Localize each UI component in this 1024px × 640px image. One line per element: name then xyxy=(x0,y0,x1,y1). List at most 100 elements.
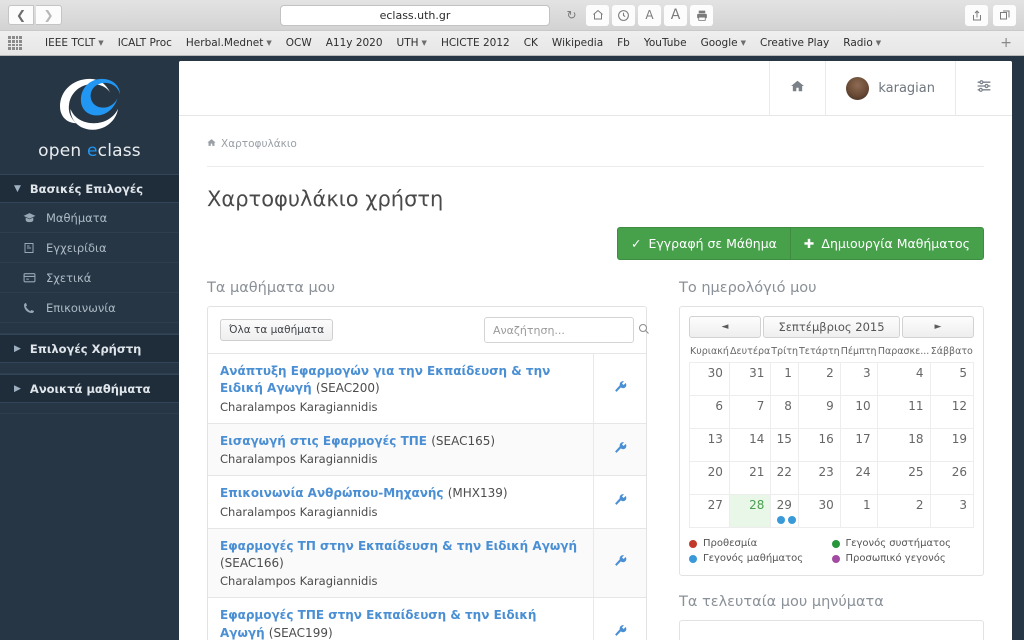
course-title[interactable]: Εισαγωγή στις Εφαρμογές ΤΠΕ (SEAC165) xyxy=(220,433,581,450)
calendar-day-cell[interactable]: 26 xyxy=(929,461,975,495)
topbar-home-button[interactable] xyxy=(769,61,825,115)
course-settings-button[interactable] xyxy=(593,423,646,476)
enroll-course-button[interactable]: ✓ Εγγραφή σε Μάθημα xyxy=(616,227,790,260)
bookmark-item[interactable]: UTH ▼ xyxy=(390,37,434,49)
calendar-day-cell[interactable]: 17 xyxy=(839,428,878,462)
back-button[interactable]: ❮ xyxy=(8,5,34,25)
calendar-day-cell[interactable]: 1 xyxy=(770,362,799,396)
calendar-day-cell[interactable]: 16 xyxy=(797,428,841,462)
calendar-day-cell[interactable]: 30 xyxy=(797,494,841,528)
topbar-user-menu[interactable]: karagian xyxy=(825,61,955,115)
calendar-day-cell[interactable]: 24 xyxy=(839,461,878,495)
apps-grid-icon[interactable] xyxy=(8,36,22,50)
bookmark-item[interactable]: A11y 2020 xyxy=(319,37,390,49)
home-icon[interactable] xyxy=(586,4,609,26)
create-course-button[interactable]: ✚ Δημιουργία Μαθήματος xyxy=(789,227,984,260)
sidebar-item-courses[interactable]: Μαθήματα xyxy=(0,203,179,233)
sidebar-item-about[interactable]: Σχετικά xyxy=(0,263,179,293)
calendar-day-cell[interactable]: 9 xyxy=(797,395,841,429)
course-settings-button[interactable] xyxy=(593,598,646,640)
course-title[interactable]: Εφαρμογές ΤΠΕ στην Εκπαίδευση & την Ειδι… xyxy=(220,607,581,640)
calendar-day-cell[interactable]: 18 xyxy=(876,428,931,462)
calendar-day-cell[interactable]: 29 xyxy=(770,494,799,528)
calendar-day-cell[interactable]: 28 xyxy=(728,494,772,528)
course-title[interactable]: Ανάπτυξη Εφαρμογών για την Εκπαίδευση & … xyxy=(220,363,581,398)
course-row[interactable]: Εφαρμογές ΤΠΕ στην Εκπαίδευση & την Ειδι… xyxy=(208,597,646,640)
history-icon[interactable] xyxy=(612,4,635,26)
bookmark-item[interactable]: Google ▼ xyxy=(694,37,753,49)
calendar-day-cell[interactable]: 20 xyxy=(689,461,730,495)
logo[interactable]: open eclass xyxy=(0,56,179,174)
bookmark-item[interactable]: Creative Play xyxy=(753,37,836,49)
calendar-day-cell[interactable]: 14 xyxy=(728,428,772,462)
address-bar[interactable]: eclass.uth.gr xyxy=(280,4,550,26)
search-icon[interactable] xyxy=(638,323,650,338)
calendar-day-cell[interactable]: 4 xyxy=(876,362,931,396)
bookmark-item[interactable]: Fb xyxy=(610,37,637,49)
calendar-day-cell[interactable]: 1 xyxy=(839,494,878,528)
calendar-day-cell[interactable]: 23 xyxy=(797,461,841,495)
calendar-event-dot[interactable] xyxy=(777,516,786,524)
calendar-day-cell[interactable]: 12 xyxy=(929,395,975,429)
calendar-day-cell[interactable]: 3 xyxy=(929,494,975,528)
print-icon[interactable] xyxy=(690,4,713,26)
share-icon[interactable] xyxy=(965,4,988,26)
breadcrumb-label[interactable]: Χαρτοφυλάκιο xyxy=(221,138,297,150)
calendar-prev-month-button[interactable]: ◄ xyxy=(689,316,761,338)
course-settings-button[interactable] xyxy=(593,354,646,423)
bookmark-item[interactable]: IEEE TCLT ▼ xyxy=(38,37,111,49)
calendar-day-cell[interactable]: 27 xyxy=(689,494,730,528)
calendar-event-dot[interactable] xyxy=(788,516,797,524)
courses-search[interactable] xyxy=(484,317,649,343)
course-row[interactable]: Επικοινωνία Ανθρώπου-Μηχανής (MHX139) Cha… xyxy=(208,475,646,528)
bookmark-item[interactable]: OCW xyxy=(279,37,319,49)
text-size-large-icon[interactable]: A xyxy=(664,4,687,26)
bookmark-item[interactable]: ICALT Proc xyxy=(111,37,179,49)
course-row[interactable]: Ανάπτυξη Εφαρμογών για την Εκπαίδευση & … xyxy=(208,353,646,423)
sidebar-group-open-courses[interactable]: ▶ Ανοικτά μαθήματα xyxy=(0,374,179,403)
bookmark-item[interactable]: CK xyxy=(517,37,545,49)
tabs-icon[interactable] xyxy=(993,4,1016,26)
calendar-day-cell[interactable]: 11 xyxy=(876,395,931,429)
course-title[interactable]: Επικοινωνία Ανθρώπου-Μηχανής (MHX139) xyxy=(220,485,581,502)
sidebar-item-contact[interactable]: Επικοινωνία xyxy=(0,293,179,323)
calendar-day-cell[interactable]: 10 xyxy=(839,395,878,429)
calendar-day-cell[interactable]: 30 xyxy=(689,362,730,396)
calendar-day-cell[interactable]: 6 xyxy=(689,395,730,429)
topbar-settings-button[interactable] xyxy=(955,61,1012,115)
calendar-day-cell[interactable]: 8 xyxy=(770,395,799,429)
course-title[interactable]: Εφαρμογές ΤΠ στην Εκπαίδευση & την Ειδικ… xyxy=(220,538,581,573)
calendar-day-cell[interactable]: 2 xyxy=(876,494,931,528)
calendar-day-cell[interactable]: 7 xyxy=(728,395,772,429)
all-courses-filter-button[interactable]: Όλα τα μαθήματα xyxy=(220,319,334,341)
calendar-day-cell[interactable]: 13 xyxy=(689,428,730,462)
calendar-event-dots[interactable] xyxy=(777,516,797,524)
bookmark-item[interactable]: Wikipedia xyxy=(545,37,610,49)
calendar-day-cell[interactable]: 3 xyxy=(839,362,878,396)
sidebar-group-user-options[interactable]: ▶ Επιλογές Χρήστη xyxy=(0,334,179,363)
reload-icon[interactable]: ↻ xyxy=(560,5,583,26)
sidebar-item-manuals[interactable]: Εγχειρίδια xyxy=(0,233,179,263)
calendar-day-cell[interactable]: 19 xyxy=(929,428,975,462)
course-settings-button[interactable] xyxy=(593,528,646,598)
calendar-day-cell[interactable]: 22 xyxy=(770,461,799,495)
sidebar-group-basic-options[interactable]: ▼ Βασικές Επιλογές xyxy=(0,174,179,203)
bookmark-item[interactable]: Radio ▼ xyxy=(836,37,888,49)
search-input[interactable] xyxy=(493,323,638,337)
course-row[interactable]: Εφαρμογές ΤΠ στην Εκπαίδευση & την Ειδικ… xyxy=(208,527,646,598)
course-row[interactable]: Εισαγωγή στις Εφαρμογές ΤΠΕ (SEAC165) Cha… xyxy=(208,422,646,476)
calendar-day-cell[interactable]: 21 xyxy=(728,461,772,495)
bookmark-item[interactable]: Herbal.Mednet ▼ xyxy=(179,37,279,49)
calendar-day-cell[interactable]: 25 xyxy=(876,461,931,495)
forward-button[interactable]: ❯ xyxy=(36,5,62,25)
calendar-day-cell[interactable]: 5 xyxy=(929,362,975,396)
add-bookmark-button[interactable]: + xyxy=(1000,35,1016,51)
calendar-day-cell[interactable]: 2 xyxy=(797,362,841,396)
calendar-day-cell[interactable]: 15 xyxy=(770,428,799,462)
bookmark-item[interactable]: YouTube xyxy=(637,37,694,49)
calendar-day-cell[interactable]: 31 xyxy=(728,362,772,396)
course-settings-button[interactable] xyxy=(593,476,646,528)
calendar-next-month-button[interactable]: ► xyxy=(902,316,974,338)
text-size-small-icon[interactable]: A xyxy=(638,4,661,26)
bookmark-item[interactable]: HCICTE 2012 xyxy=(434,37,517,49)
